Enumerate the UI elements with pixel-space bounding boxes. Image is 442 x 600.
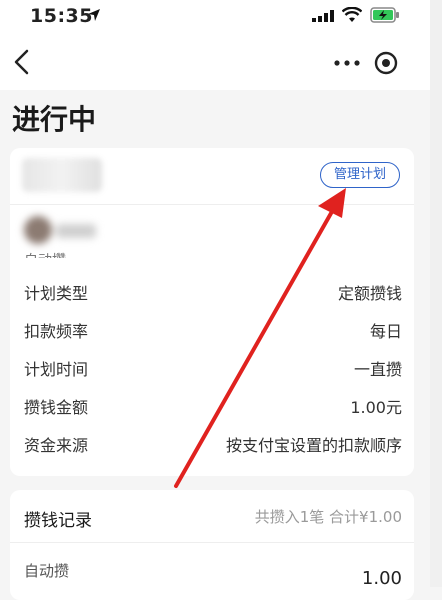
plan-card: 管理计划 自动攒 计划类型 定额攒钱 扣款频率 每日 计划时间 一直攒 攒钱金额… [10,148,414,476]
avatar-blurred [20,210,100,250]
plan-row-source: 资金来源 按支付宝设置的扣款顺序 [24,432,402,458]
plan-name-blurred [22,158,102,192]
divider [10,542,414,543]
plan-row-time: 计划时间 一直攒 [24,356,402,382]
row-label: 计划类型 [24,284,89,303]
status-bar: 15:35 [0,0,442,34]
records-summary: 共攒入1笔 合计¥1.00 [254,508,402,526]
plan-subtitle: 自动攒 [24,248,66,258]
row-value: 1.00元 [350,398,402,417]
records-title: 攒钱记录 [24,511,92,531]
plan-row-amount: 攒钱金额 1.00元 [24,394,402,420]
signal-icon [312,10,334,22]
navigation-bar [0,34,442,90]
target-icon[interactable] [374,51,398,75]
row-value: 定额攒钱 [337,284,402,303]
manage-plan-button[interactable]: 管理计划 [320,162,400,188]
record-item-label: 自动攒 [24,562,70,580]
status-time: 15:35 [30,5,93,27]
row-value: 按支付宝设置的扣款顺序 [225,436,402,455]
row-value: 每日 [369,322,402,341]
back-chevron-icon[interactable] [12,48,32,76]
more-dots-icon[interactable] [334,60,360,66]
row-label: 扣款频率 [24,322,89,341]
battery-charging-icon [370,7,399,23]
location-arrow-icon [88,9,100,21]
plan-row-type: 计划类型 定额攒钱 [24,280,402,306]
side-strip [430,0,442,587]
plan-row-frequency: 扣款频率 每日 [24,318,402,344]
row-label: 资金来源 [24,436,89,455]
wifi-icon [342,7,362,22]
divider [10,204,414,205]
row-value: 一直攒 [353,360,402,379]
page-title: 进行中 [12,103,97,136]
row-label: 计划时间 [24,360,89,379]
savings-records-card[interactable]: 攒钱记录 共攒入1笔 合计¥1.00 自动攒 1.00 [10,490,414,600]
record-item-amount: 1.00 [361,568,402,589]
row-label: 攒钱金额 [24,398,89,417]
